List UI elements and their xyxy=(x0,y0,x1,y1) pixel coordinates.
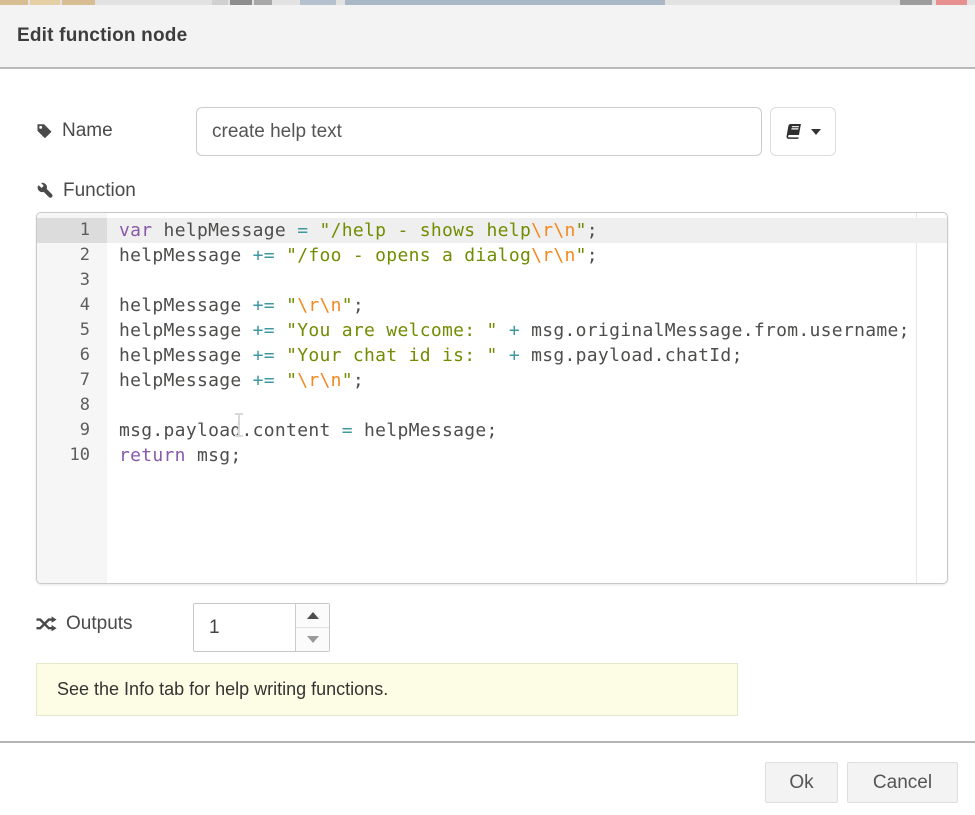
outputs-label-text: Outputs xyxy=(66,613,133,635)
text-cursor xyxy=(238,415,240,435)
screen: Edit function node Name xyxy=(0,0,975,815)
dialog-title: Edit function node xyxy=(17,25,187,47)
tag-icon xyxy=(36,123,53,140)
code-line[interactable]: helpMessage += "Your chat id is: " + msg… xyxy=(107,343,947,368)
code-line[interactable]: helpMessage += "You are welcome: " + msg… xyxy=(107,318,947,343)
code-line[interactable] xyxy=(107,268,947,293)
form-tip-text: See the Info tab for help writing functi… xyxy=(57,679,388,700)
name-input[interactable] xyxy=(196,107,762,156)
code-line[interactable]: helpMessage += "/foo - opens a dialog\r\… xyxy=(107,243,947,268)
outputs-input[interactable] xyxy=(194,604,296,651)
line-number: 7 xyxy=(37,368,107,393)
code-line[interactable]: return msg; xyxy=(107,443,947,468)
spinner-up-button[interactable] xyxy=(296,604,329,628)
code-line[interactable]: helpMessage += "\r\n"; xyxy=(107,293,947,318)
editor-gutter: 12345678910 xyxy=(37,213,107,583)
ok-button[interactable]: Ok xyxy=(765,762,838,803)
function-label: Function xyxy=(36,179,136,203)
line-number: 9 xyxy=(37,418,107,443)
line-number: 8 xyxy=(37,393,107,418)
shuffle-icon xyxy=(36,616,57,632)
line-number: 1 xyxy=(37,218,107,243)
line-number: 5 xyxy=(37,318,107,343)
form-tip: See the Info tab for help writing functi… xyxy=(36,663,738,716)
code-line[interactable]: msg.payload.content = helpMessage; xyxy=(107,418,947,443)
library-button[interactable] xyxy=(770,107,836,156)
name-label: Name xyxy=(36,119,113,143)
dialog-header: Edit function node xyxy=(0,5,975,69)
line-number: 4 xyxy=(37,293,107,318)
spinner-down-button[interactable] xyxy=(296,628,329,651)
edit-function-dialog: Edit function node Name xyxy=(0,5,975,815)
cancel-button[interactable]: Cancel xyxy=(847,762,958,803)
code-line[interactable] xyxy=(107,393,947,418)
code-editor[interactable]: 12345678910 var helpMessage = "/help - s… xyxy=(36,212,948,584)
triangle-down-icon xyxy=(307,636,319,643)
name-label-text: Name xyxy=(62,120,113,142)
caret-down-icon xyxy=(811,129,821,135)
line-number: 10 xyxy=(37,443,107,468)
outputs-spinner xyxy=(193,603,330,652)
editor-code-area[interactable]: var helpMessage = "/help - shows help\r\… xyxy=(107,213,947,583)
outputs-label: Outputs xyxy=(36,612,133,636)
spinner-buttons xyxy=(295,604,329,651)
footer-divider xyxy=(0,741,975,743)
line-number: 2 xyxy=(37,243,107,268)
book-icon xyxy=(785,123,803,140)
code-line[interactable]: var helpMessage = "/help - shows help\r\… xyxy=(107,218,947,243)
line-number: 6 xyxy=(37,343,107,368)
triangle-up-icon xyxy=(307,612,319,619)
function-label-text: Function xyxy=(63,180,136,202)
code-line[interactable]: helpMessage += "\r\n"; xyxy=(107,368,947,393)
wrench-icon xyxy=(36,182,54,200)
line-number: 3 xyxy=(37,268,107,293)
